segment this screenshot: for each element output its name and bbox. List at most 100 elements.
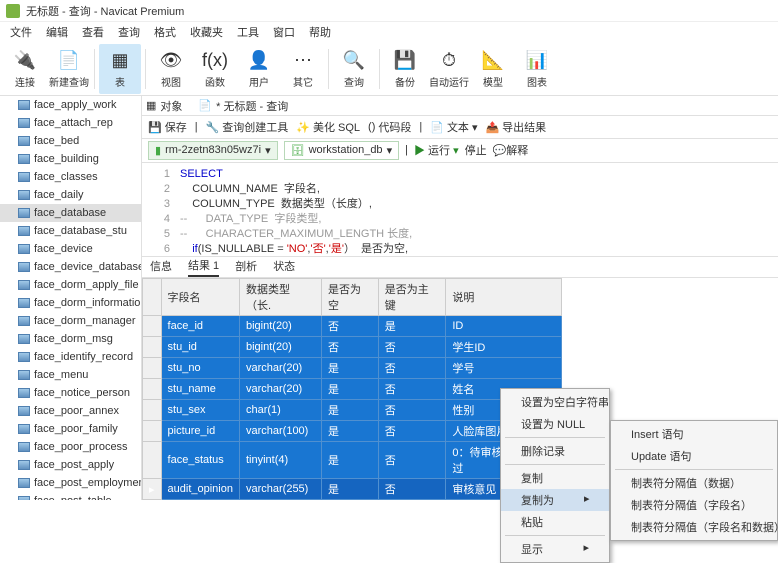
toolbar-视图[interactable]: 👁视图 — [150, 44, 192, 94]
context-submenu[interactable]: Insert 语句 Update 语句 制表符分隔值（数据） 制表符分隔值（字段… — [610, 420, 778, 541]
menu-查询[interactable]: 查询 — [112, 22, 146, 42]
其它-icon: ⋯ — [291, 48, 315, 72]
用户-icon: 👤 — [247, 48, 271, 72]
table-face_database_stu[interactable]: face_database_stu — [0, 222, 141, 240]
menu-copy[interactable]: 复制 — [501, 467, 609, 489]
table-face_identify_record[interactable]: face_identify_record — [0, 348, 141, 366]
col-数据类型（长.[interactable]: 数据类型（长. — [239, 279, 321, 316]
run-button[interactable]: ▶ 运行 ▾ — [414, 142, 459, 158]
menu-帮助[interactable]: 帮助 — [303, 22, 337, 42]
toolbar-模型[interactable]: 📐模型 — [472, 44, 514, 94]
table-face_menu[interactable]: face_menu — [0, 366, 141, 384]
table-face_post_table[interactable]: face_post_table — [0, 492, 141, 500]
table-face_device_database[interactable]: face_device_database — [0, 258, 141, 276]
表-icon: ▦ — [108, 48, 132, 72]
tab-status[interactable]: 状态 — [273, 258, 295, 276]
table-row[interactable]: ▸audit_opinionvarchar(255)是否审核意见 — [143, 479, 562, 500]
menu-copy-as[interactable]: 复制为▸ — [501, 489, 609, 511]
toolbar-表[interactable]: ▦表 — [99, 44, 141, 94]
table-icon — [18, 424, 30, 434]
context-menu[interactable]: 设置为空白字符串 设置为 NULL 删除记录 复制 复制为▸ 粘贴 显示▸ — [500, 388, 610, 563]
db-select[interactable]: 🗄workstation_db ▾ — [284, 141, 400, 160]
tab-analysis[interactable]: 剖析 — [235, 258, 257, 276]
table-face_daily[interactable]: face_daily — [0, 186, 141, 204]
explain-button[interactable]: 💬解释 — [493, 142, 529, 158]
sql-editor[interactable]: 1SELECT2 COLUMN_NAME 字段名,3 COLUMN_TYPE 数… — [142, 163, 778, 256]
menu-格式[interactable]: 格式 — [148, 22, 182, 42]
col-说明[interactable]: 说明 — [446, 279, 562, 316]
table-face_apply_work[interactable]: face_apply_work — [0, 96, 141, 114]
table-row[interactable]: stu_idbigint(20)否否学生ID — [143, 337, 562, 358]
toolbar-函数[interactable]: f(x)函数 — [194, 44, 236, 94]
menu-窗口[interactable]: 窗口 — [267, 22, 301, 42]
table-face_building[interactable]: face_building — [0, 150, 141, 168]
col-是否为主键[interactable]: 是否为主键 — [378, 279, 446, 316]
tab-query[interactable]: 📄 * 无标题 - 查询 — [198, 98, 288, 114]
toolbar-图表[interactable]: 📊图表 — [516, 44, 558, 94]
table-face_notice_person[interactable]: face_notice_person — [0, 384, 141, 402]
table-face_post_apply[interactable]: face_post_apply — [0, 456, 141, 474]
menu-收藏夹[interactable]: 收藏夹 — [184, 22, 229, 42]
tab-result-1[interactable]: 结果 1 — [188, 257, 219, 277]
submenu-tab-fields[interactable]: 制表符分隔值（字段名） — [611, 494, 777, 516]
query-tool-button[interactable]: 🔧查询创建工具 — [206, 119, 289, 135]
table-face_dorm_manager[interactable]: face_dorm_manager — [0, 312, 141, 330]
toolbar-用户[interactable]: 👤用户 — [238, 44, 280, 94]
menu-set-empty[interactable]: 设置为空白字符串 — [501, 391, 609, 413]
col-字段名[interactable]: 字段名 — [161, 279, 239, 316]
table-row[interactable]: stu_namevarchar(20)是否姓名 — [143, 379, 562, 400]
table-face_database[interactable]: face_database — [0, 204, 141, 222]
自动运行-icon: ⏱ — [437, 48, 461, 72]
table-icon — [18, 352, 30, 362]
table-row[interactable]: face_idbigint(20)否是ID — [143, 316, 562, 337]
tab-objects[interactable]: ▦ 对象 — [146, 98, 182, 114]
text-button[interactable]: 📄文本 ▾ — [430, 119, 477, 135]
submenu-insert[interactable]: Insert 语句 — [611, 423, 777, 445]
menu-编辑[interactable]: 编辑 — [40, 22, 74, 42]
text-icon: 📄 — [430, 121, 444, 134]
table-icon — [18, 370, 30, 380]
toolbar-连接[interactable]: 🔌连接 — [4, 44, 46, 94]
table-face_dorm_apply_file[interactable]: face_dorm_apply_file — [0, 276, 141, 294]
menu-工具[interactable]: 工具 — [231, 22, 265, 42]
toolbar-查询[interactable]: 🔍查询 — [333, 44, 375, 94]
menu-set-null[interactable]: 设置为 NULL — [501, 413, 609, 435]
table-face_device[interactable]: face_device — [0, 240, 141, 258]
save-button[interactable]: 💾保存 — [148, 119, 187, 135]
menu-show[interactable]: 显示▸ — [501, 538, 609, 560]
table-row[interactable]: picture_idvarchar(100)是否人脸库图片ID — [143, 421, 562, 442]
menu-查看[interactable]: 查看 — [76, 22, 110, 42]
toolbar-新建查询[interactable]: 📄新建查询 — [48, 44, 90, 94]
table-face_attach_rep[interactable]: face_attach_rep — [0, 114, 141, 132]
table-row[interactable]: stu_sexchar(1)是否性别 — [143, 400, 562, 421]
table-face_classes[interactable]: face_classes — [0, 168, 141, 186]
table-face_dorm_msg[interactable]: face_dorm_msg — [0, 330, 141, 348]
submenu-update[interactable]: Update 语句 — [611, 445, 777, 467]
table-row[interactable]: stu_novarchar(20)是否学号 — [143, 358, 562, 379]
export-button[interactable]: 📤导出结果 — [485, 119, 546, 135]
table-face_post_employment[interactable]: face_post_employment — [0, 474, 141, 492]
连接-icon: 🔌 — [13, 48, 37, 72]
submenu-tab-both[interactable]: 制表符分隔值（字段名和数据） — [611, 516, 777, 538]
table-face_poor_annex[interactable]: face_poor_annex — [0, 402, 141, 420]
tab-info[interactable]: 信息 — [150, 258, 172, 276]
server-select[interactable]: ▮rm-2zetn83n05wz7i ▾ — [148, 141, 278, 160]
table-face_poor_family[interactable]: face_poor_family — [0, 420, 141, 438]
menu-文件[interactable]: 文件 — [4, 22, 38, 42]
submenu-tab-data[interactable]: 制表符分隔值（数据） — [611, 472, 777, 494]
table-face_poor_process[interactable]: face_poor_process — [0, 438, 141, 456]
menu-paste[interactable]: 粘贴 — [501, 511, 609, 533]
beautify-button[interactable]: ✨美化 SQL — [296, 119, 360, 135]
table-icon — [18, 172, 30, 182]
toolbar-自动运行[interactable]: ⏱自动运行 — [428, 44, 470, 94]
toolbar-其它[interactable]: ⋯其它 — [282, 44, 324, 94]
stop-button[interactable]: 停止 — [465, 142, 487, 158]
toolbar-备份[interactable]: 💾备份 — [384, 44, 426, 94]
table-row[interactable]: face_statustinyint(4)是否0：待审核 1：已通过 — [143, 442, 562, 479]
sidebar[interactable]: face_apply_workface_attach_repface_bedfa… — [0, 96, 142, 500]
menu-delete[interactable]: 删除记录 — [501, 440, 609, 462]
col-是否为空[interactable]: 是否为空 — [321, 279, 378, 316]
code-snippet-button[interactable]: () 代码段 — [368, 119, 411, 135]
table-face_bed[interactable]: face_bed — [0, 132, 141, 150]
table-face_dorm_information[interactable]: face_dorm_information — [0, 294, 141, 312]
